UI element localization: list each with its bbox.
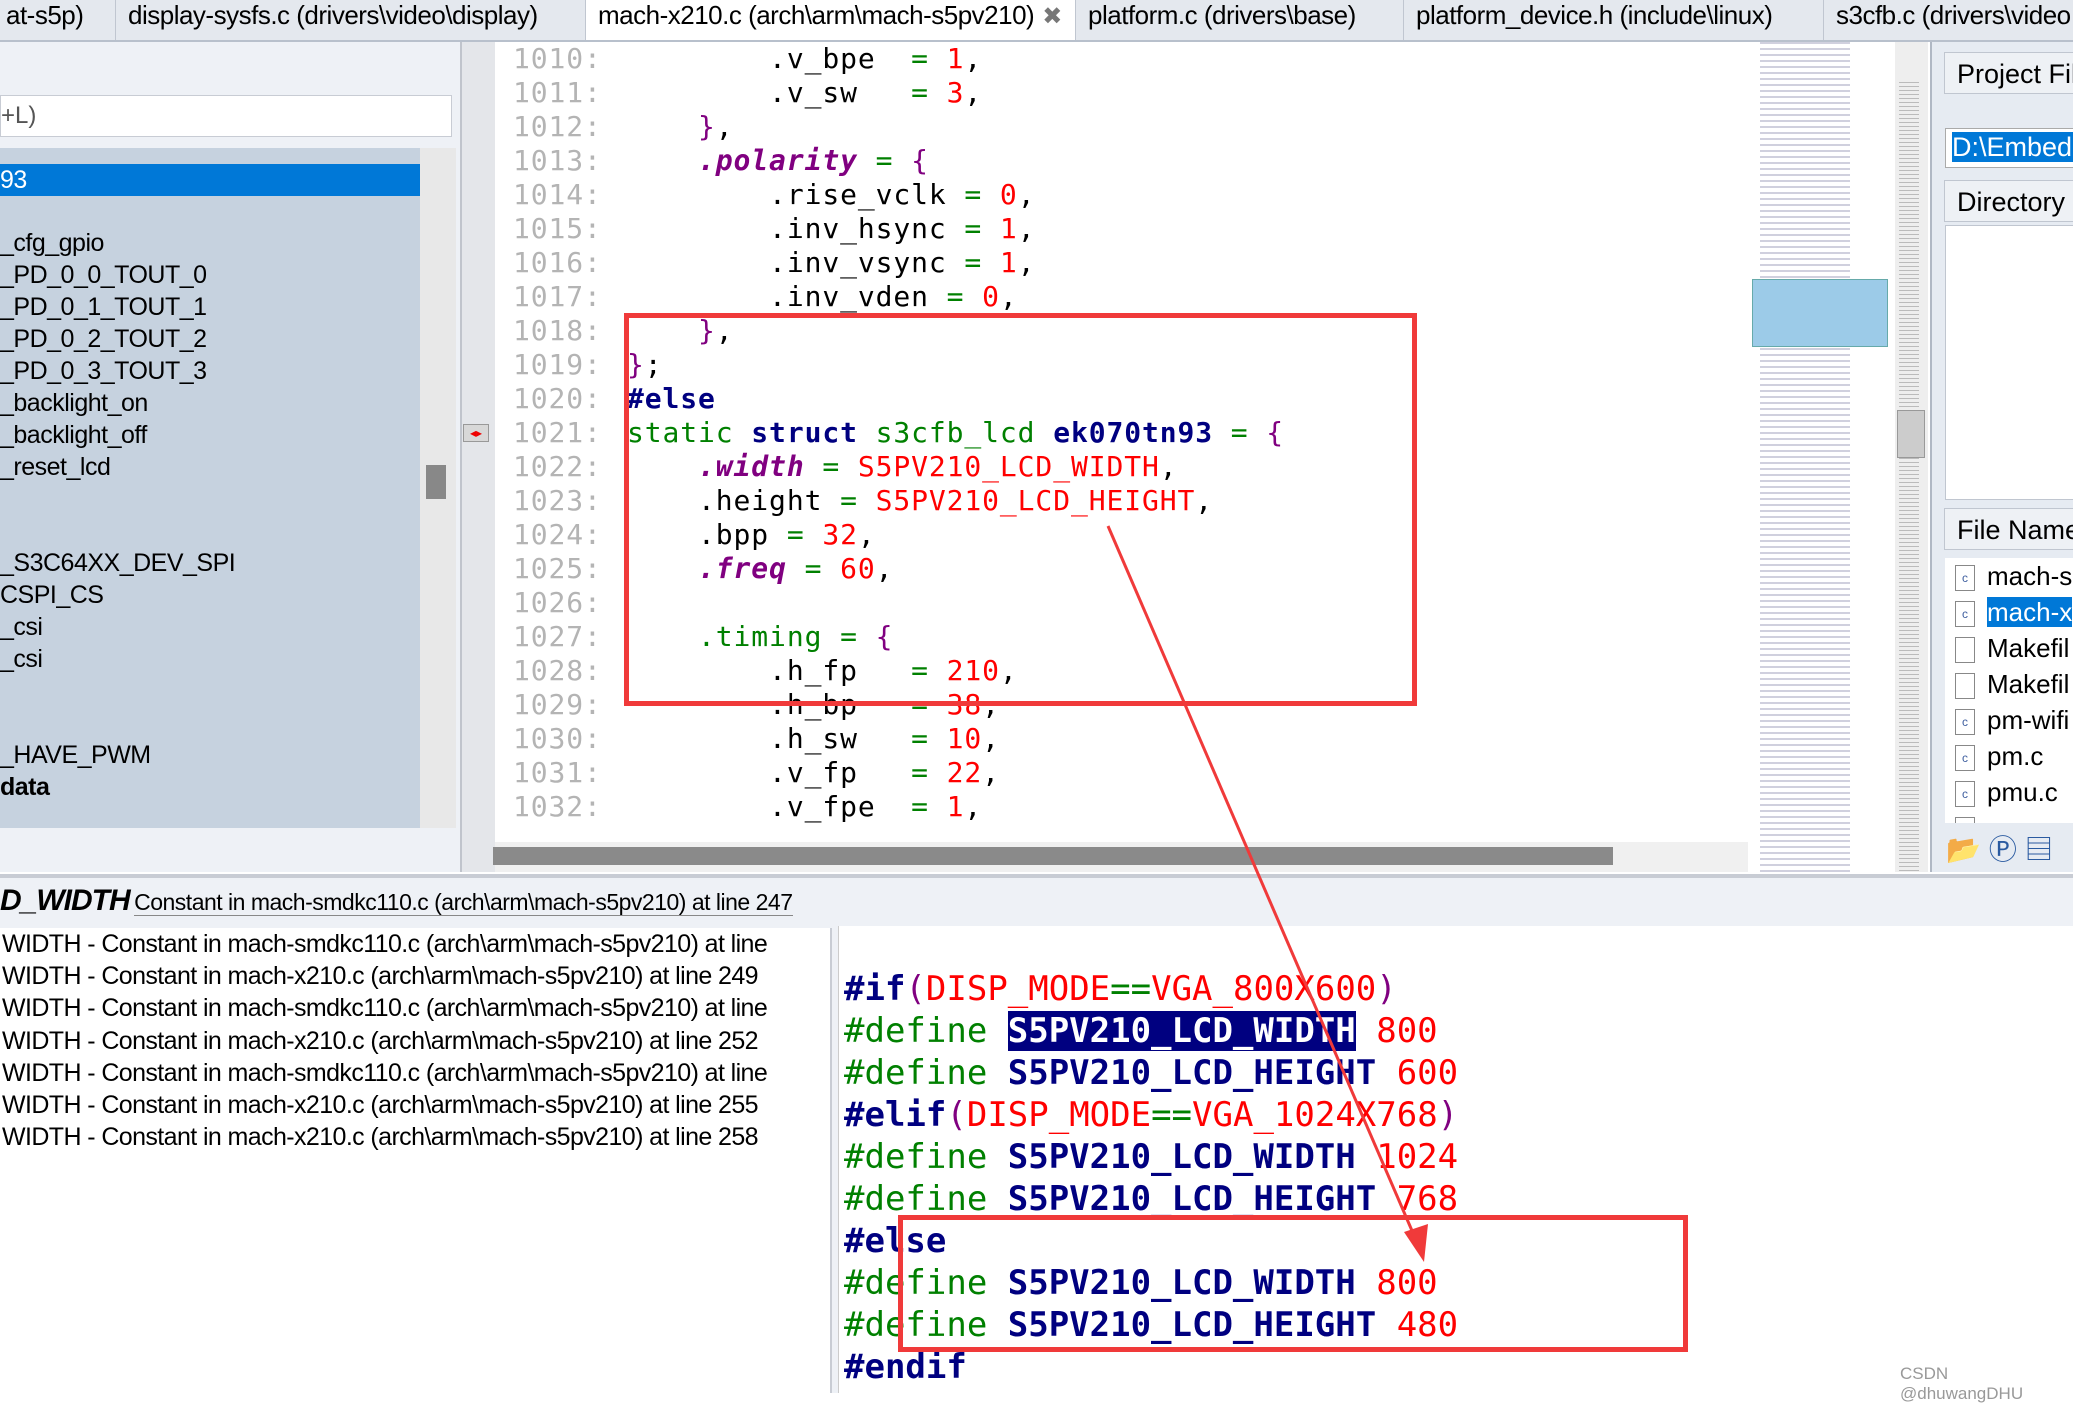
arrow-line xyxy=(1106,525,1418,1241)
arrow-head xyxy=(1404,1224,1428,1262)
annotation-arrow xyxy=(1106,525,1428,1262)
watermark: CSDN @dhuwangDHU xyxy=(1900,1364,2024,1403)
